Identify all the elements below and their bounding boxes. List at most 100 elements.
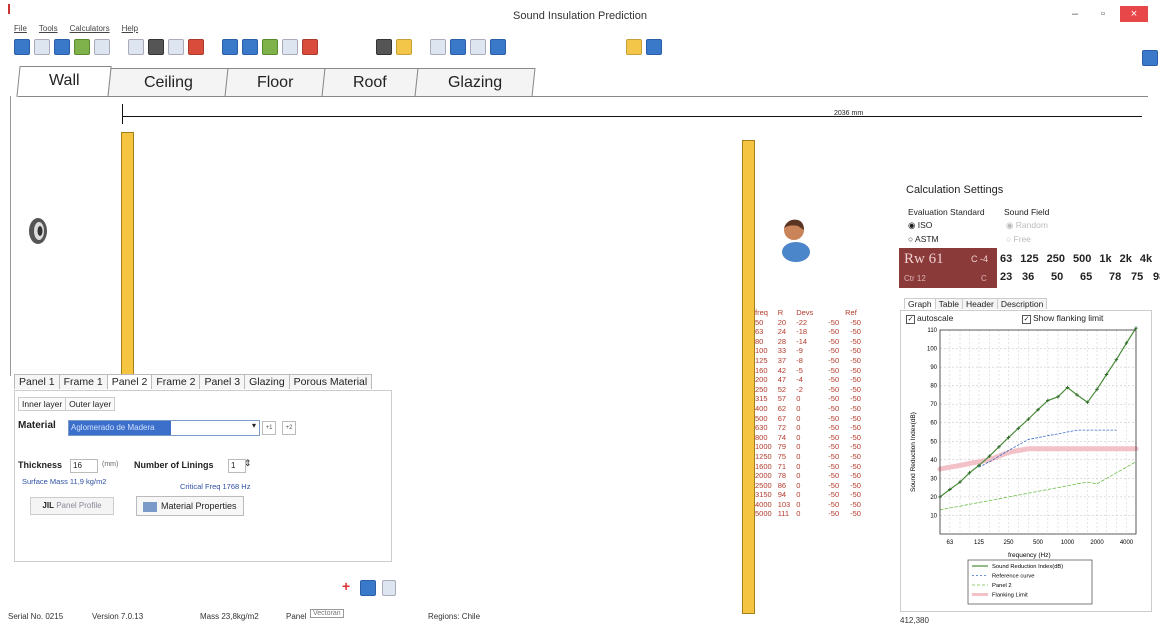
grid-icon[interactable] [282,39,298,55]
y-tick-label: 20 [930,495,937,501]
help-context-icon[interactable] [34,39,50,55]
copy-icon[interactable] [430,39,446,55]
material-select[interactable]: Aglomerado de Madera ▾ [68,420,260,436]
col-r: R [777,308,784,317]
table-cell: 160 [755,365,768,375]
settings-icon[interactable] [94,39,110,55]
table-cell: -50 [850,451,861,461]
info-icon[interactable] [646,39,662,55]
window-title: Sound Insulation Prediction [513,10,647,22]
table-cell: -50 [850,384,861,394]
arrow-icon[interactable] [242,39,258,55]
refresh-icon[interactable] [262,39,278,55]
material-properties-button[interactable]: Material Properties [136,496,244,516]
chart-icon[interactable] [490,39,506,55]
layers-icon[interactable] [222,39,238,55]
tab-graph[interactable]: Graph [904,298,936,309]
table-cell: 630 [755,423,768,433]
tab-table[interactable]: Table [934,298,963,309]
table-row: 80 28 -14 -50 -50 [752,337,864,347]
save-icon[interactable] [376,39,392,55]
text-icon[interactable] [188,39,204,55]
random-radio[interactable]: ◉ Random [1006,220,1048,231]
tab-ceiling[interactable]: Ceiling [107,68,229,97]
pencil-icon[interactable] [302,39,318,55]
sound-field-label: Sound Field [1004,207,1050,217]
critical-freq-text: Critical Freq 1768 Hz [180,482,251,491]
table-cell: -50 [850,461,861,471]
new-document-icon[interactable] [128,39,144,55]
octave-freq: 63 [1000,253,1013,265]
table-cell: 37 [777,355,787,365]
tab-panel-1[interactable]: Panel 1 [14,374,60,389]
table-cell: 1250 [755,451,772,461]
table-cell: -50 [850,336,861,346]
menu-calculators[interactable]: Calculators [70,24,110,33]
calculator-icon[interactable] [470,39,486,55]
tab-floor[interactable]: Floor [224,68,326,97]
tab-header[interactable]: Header [961,298,998,309]
add-layer-1-button[interactable]: +1 [262,421,276,435]
menu-help[interactable]: Help [122,24,138,33]
picture-icon[interactable] [74,39,90,55]
table-cell: -50 [850,346,861,356]
tab-inner-layer[interactable]: Inner layer [18,397,67,411]
tab-glazing-layer[interactable]: Glazing [244,374,290,389]
table-cell: 2000 [755,471,772,481]
open-folder-icon[interactable] [396,39,412,55]
col-devs: Devs [796,308,814,317]
tab-glazing[interactable]: Glazing [414,68,536,97]
menu-file[interactable]: File [14,24,27,33]
image-icon[interactable] [54,39,70,55]
tab-outer-layer[interactable]: Outer layer [65,397,116,411]
tab-wall[interactable]: Wall [16,66,112,97]
close-button[interactable]: × [1120,6,1148,22]
col-ref: Ref [845,308,857,317]
add-layer-icon[interactable]: + [342,579,354,593]
linings-stepper-icon[interactable]: ⇕ [244,458,252,469]
panel-profile-button[interactable]: JIL Panel Profile [30,497,114,515]
tab-description[interactable]: Description [996,298,1048,309]
legend-entry: Flanking Limit [992,593,1028,599]
key-icon[interactable] [626,39,642,55]
tab-panel-2[interactable]: Panel 2 [106,374,153,389]
tab-roof[interactable]: Roof [321,68,419,97]
print-icon[interactable] [148,39,164,55]
tab-porous-material[interactable]: Porous Material [288,374,373,389]
tab-frame-2[interactable]: Frame 2 [151,374,201,389]
table-row: 4000 103 0 -50 -50 [752,500,864,510]
octave-value: 23 [1000,271,1013,283]
restore-button[interactable]: ▫ [1092,6,1114,22]
wall-panel-left[interactable] [121,132,134,380]
panel-select[interactable]: Vectoran [310,609,344,618]
tab-panel-3[interactable]: Panel 3 [199,374,246,389]
table-row: 2000 78 0 -50 -50 [752,471,864,481]
table-row: 160 42 -5 -50 -50 [752,366,864,376]
astm-radio[interactable]: ○ ASTM [908,234,939,244]
table-cell: -50 [828,403,840,413]
exit-icon[interactable] [382,580,396,596]
stack-icon[interactable] [360,580,376,596]
wand-icon[interactable] [14,39,30,55]
table-cell: 24 [777,327,787,337]
iso-radio[interactable]: ◉ ISO [908,220,932,231]
table-cell: 78 [777,471,787,481]
minimize-button[interactable]: – [1064,6,1086,22]
ctr-right: C [981,274,987,283]
export-icon[interactable] [450,39,466,55]
octave-freq: 4k [1139,253,1153,265]
linings-label: Number of Linings [134,460,214,470]
menu-tools[interactable]: Tools [39,24,58,33]
table-cell: -50 [850,423,861,433]
table-cell: -50 [828,461,840,471]
add-layer-2-button[interactable]: +2 [282,421,296,435]
tab-frame-1[interactable]: Frame 1 [58,374,108,389]
free-radio[interactable]: ○ Free [1006,234,1031,244]
help-diamond-icon[interactable] [1142,50,1158,66]
zoom-icon[interactable] [168,39,184,55]
octave-freq: 1k [1099,253,1112,265]
thickness-input[interactable]: 16 [70,459,98,473]
octave-value: 78 [1109,271,1122,283]
table-cell: 0 [796,451,801,461]
table-row: 3150 94 0 -50 -50 [752,490,864,500]
